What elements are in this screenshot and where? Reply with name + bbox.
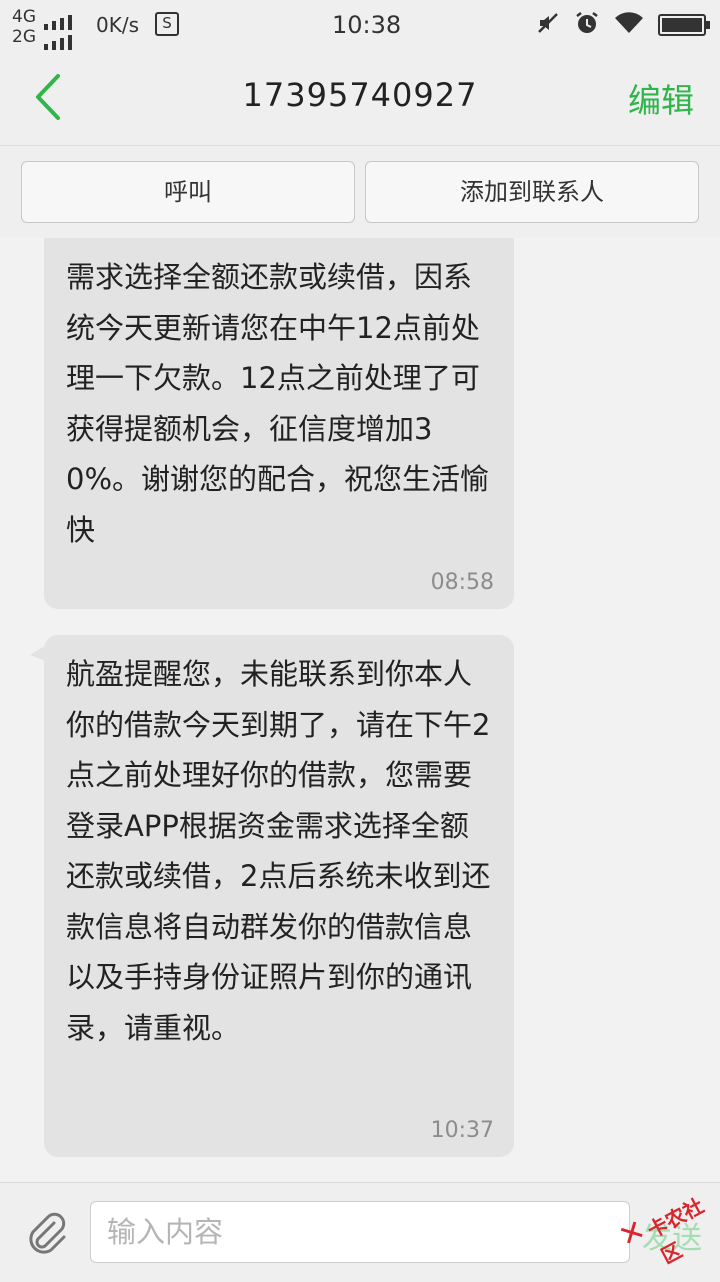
battery-icon — [658, 14, 710, 36]
attach-button[interactable] — [24, 1211, 70, 1257]
message-text: 航盈提醒您，未能联系到你本人你的借款今天到期了，请在下午2点之前处理好你的借款，… — [66, 657, 491, 1045]
signal-2g-icon — [44, 30, 76, 50]
call-button[interactable]: 呼叫 — [21, 161, 355, 223]
message-thread[interactable]: 需求选择全额还款或续借，因系统今天更新请您在中午12点前处理一下欠款。12点之前… — [0, 238, 720, 1182]
paperclip-icon — [29, 1212, 66, 1254]
network-speed: 0K/s — [96, 13, 139, 37]
message-time: 08:58 — [430, 570, 494, 595]
status-clock: 10:38 — [332, 11, 402, 39]
message-bubble[interactable]: 航盈提醒您，未能联系到你本人你的借款今天到期了，请在下午2点之前处理好你的借款，… — [30, 635, 514, 1157]
message-time: 10:37 — [430, 1118, 494, 1143]
data-saver-icon: S — [155, 12, 179, 36]
conversation-header: 17395740927 编辑 — [0, 50, 720, 146]
network-indicator: 4G 2G — [12, 7, 84, 50]
alarm-icon — [574, 10, 600, 40]
message-text: 需求选择全额还款或续借，因系统今天更新请您在中午12点前处理一下欠款。12点之前… — [66, 260, 490, 547]
network-2g-label: 2G — [12, 27, 36, 47]
message-bubble[interactable]: 需求选择全额还款或续借，因系统今天更新请您在中午12点前处理一下欠款。12点之前… — [44, 238, 514, 609]
contact-number-title: 17395740927 — [242, 76, 478, 114]
contact-actions: 呼叫 添加到联系人 — [0, 146, 720, 238]
message-input[interactable] — [90, 1201, 630, 1263]
status-icons — [536, 10, 710, 40]
add-to-contacts-button[interactable]: 添加到联系人 — [365, 161, 699, 223]
wifi-icon — [614, 11, 644, 39]
network-4g-label: 4G — [12, 7, 36, 27]
status-bar: 4G 2G 0K/s S 10:38 — [0, 0, 720, 50]
edit-button[interactable]: 编辑 — [628, 74, 694, 122]
mute-icon — [536, 11, 560, 39]
message-composer: 发送 — [0, 1182, 720, 1280]
